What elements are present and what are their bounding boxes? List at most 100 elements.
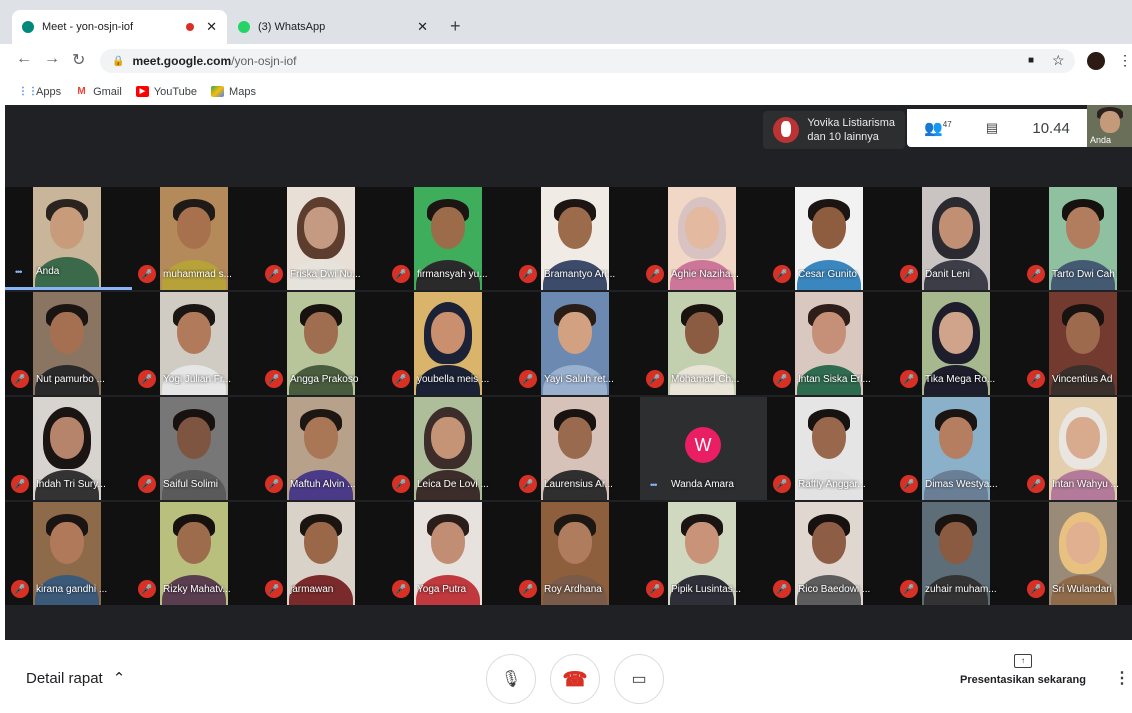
muted-mic-icon: 🎤 [519, 265, 537, 283]
participant-tile[interactable]: 🎤 muhammad s... [132, 187, 259, 290]
present-now-button[interactable]: ↑ Presentasikan sekarang [958, 654, 1088, 686]
participant-tile[interactable]: 🎤 Pipik Lusintas... [640, 502, 767, 605]
muted-mic-icon: 🎤 [773, 370, 791, 388]
muted-mic-icon: 🎤 [900, 580, 918, 598]
participant-name: Tarto Dwi Cah [1052, 269, 1115, 280]
participant-tile[interactable]: 🎤 youbella meis ... [386, 292, 513, 395]
video-person-face [431, 207, 465, 249]
participant-tile[interactable]: 🎤 jarmawan [259, 502, 386, 605]
participant-tile[interactable]: 🎤 firmansyah yu... [386, 187, 513, 290]
participant-tile[interactable]: 🎤 Laurensius Ar... [513, 397, 640, 500]
participant-tile[interactable]: 🎤 Friska Dwi Nu... [259, 187, 386, 290]
video-person-face [558, 312, 592, 354]
muted-mic-icon: 🎤 [392, 265, 410, 283]
bookmark-star-icon[interactable]: ☆ [1052, 52, 1065, 69]
meeting-info-bar: 👥47 ▤ 10.44 [907, 109, 1087, 147]
camera-button[interactable]: ▭ [614, 654, 664, 704]
close-tab-icon[interactable]: ✕ [417, 19, 428, 35]
participant-tile[interactable]: 🎤 Tarto Dwi Cah [1021, 187, 1132, 290]
hang-up-button[interactable]: ☎ [550, 654, 600, 704]
video-person-face [50, 522, 84, 564]
participant-tile[interactable]: 🎤 Vincentius Ad [1021, 292, 1132, 395]
participant-tile[interactable]: W ••• Wanda Amara [640, 397, 767, 500]
hang-up-icon: ☎ [562, 668, 588, 691]
browser-menu-icon[interactable]: ⋮ [1118, 52, 1132, 69]
participant-tile[interactable]: 🎤 Sri Wulandari [1021, 502, 1132, 605]
participant-tile[interactable]: 🎤 Yayi Saluh ret... [513, 292, 640, 395]
participant-name: Wanda Amara [671, 479, 734, 490]
participant-tile[interactable]: 🎤 Cesar Gunito [767, 187, 894, 290]
speaking-indicator-icon: ••• [15, 267, 23, 277]
muted-mic-icon: 🎤 [1027, 370, 1045, 388]
participant-tile[interactable]: ••• Anda [5, 187, 132, 290]
self-preview[interactable]: Anda [1087, 105, 1132, 147]
bookmark-youtube[interactable]: ▶ YouTube [135, 86, 197, 98]
call-controls: Detail rapat ⌃ 🎙 ☎ ▭ ↑ Presentasikan sek… [0, 640, 1132, 713]
close-tab-icon[interactable]: ✕ [206, 19, 217, 35]
muted-mic-icon: 🎤 [1027, 580, 1045, 598]
participant-tile[interactable]: 🎤 Leica De Lovi ... [386, 397, 513, 500]
participant-tile[interactable]: 🎤 Intan Siska Erl... [767, 292, 894, 395]
participant-name: Nut pamurbo ... [36, 374, 105, 385]
muted-mic-icon: 🎤 [519, 580, 537, 598]
tab-meet[interactable]: Meet - yon-osjn-iof ✕ [12, 10, 227, 44]
muted-mic-icon: 🎤 [392, 475, 410, 493]
participant-name: jarmawan [290, 584, 334, 595]
profile-avatar[interactable] [1087, 52, 1105, 70]
participant-name: Pipik Lusintas... [671, 584, 742, 595]
reload-icon[interactable]: ↻ [72, 50, 85, 70]
video-person-face [1066, 312, 1100, 354]
participant-tile[interactable]: 🎤 Bramantyo Ari... [513, 187, 640, 290]
participant-tile[interactable]: 🎤 Rizky Mahatv... [132, 502, 259, 605]
video-person-face [431, 522, 465, 564]
participant-avatar: W [685, 427, 721, 463]
participant-tile[interactable]: 🎤 Saiful Solimi [132, 397, 259, 500]
participant-tile[interactable]: 🎤 Nut pamurbo ... [5, 292, 132, 395]
chat-icon[interactable]: ▤ [986, 120, 998, 136]
participant-tile[interactable]: 🎤 Yoga Putra [386, 502, 513, 605]
muted-mic-icon: 🎤 [392, 370, 410, 388]
microphone-button[interactable]: 🎙 [486, 654, 536, 704]
browser-chrome: Meet - yon-osjn-iof ✕ (3) WhatsApp ✕ + ←… [0, 0, 1132, 105]
participant-tile[interactable]: 🎤 Roy Ardhana [513, 502, 640, 605]
muted-mic-icon: 🎤 [138, 370, 156, 388]
participant-tile[interactable]: 🎤 Indah Tri Sury... [5, 397, 132, 500]
new-tab-button[interactable]: + [450, 16, 461, 37]
presenter-indicator[interactable]: Yovika Listiarisma dan 10 lainnya [763, 111, 905, 149]
participant-tile[interactable]: 🎤 Angga Prakoso [259, 292, 386, 395]
tab-whatsapp[interactable]: (3) WhatsApp ✕ [228, 10, 438, 44]
participant-name: Dimas Westya... [925, 479, 998, 490]
participant-tile[interactable]: 🎤 Aghie Naziha... [640, 187, 767, 290]
participant-tile[interactable]: 🎤 Tika Mega Ro... [894, 292, 1021, 395]
muted-mic-icon: 🎤 [265, 370, 283, 388]
bookmark-apps[interactable]: ⋮⋮ Apps [18, 86, 61, 98]
participant-name: Laurensius Ar... [544, 479, 613, 490]
lock-icon: 🔒 [112, 55, 125, 67]
muted-mic-icon: 🎤 [773, 265, 791, 283]
address-bar[interactable]: 🔒 meet.google.com /yon-osjn-iof [100, 49, 1075, 73]
more-options-icon[interactable]: ⋮ [1114, 668, 1130, 688]
participant-tile[interactable]: 🎤 Dimas Westya... [894, 397, 1021, 500]
participant-tile[interactable]: 🎤 kirana gandhi ... [5, 502, 132, 605]
participant-tile[interactable]: 🎤 Intan Wahyu ... [1021, 397, 1132, 500]
meeting-details-button[interactable]: Detail rapat ⌃ [26, 669, 125, 688]
participant-tile[interactable]: 🎤 Maftuh Alvin ... [259, 397, 386, 500]
participant-tile[interactable]: 🎤 Mohamad Ch... [640, 292, 767, 395]
participant-tile[interactable]: 🎤 Danit Leni [894, 187, 1021, 290]
forward-icon[interactable]: → [44, 50, 60, 68]
participant-name: Indah Tri Sury... [36, 479, 106, 490]
participant-tile[interactable]: 🎤 Yogi Julian Fr... [132, 292, 259, 395]
meet-icon [22, 21, 34, 33]
muted-mic-icon: 🎤 [900, 265, 918, 283]
back-icon[interactable]: ← [16, 50, 32, 68]
participant-tile[interactable]: 🎤 Raffly Anggar... [767, 397, 894, 500]
muted-mic-icon: 🎤 [773, 580, 791, 598]
participant-tile[interactable]: 🎤 Rico Baedowi ... [767, 502, 894, 605]
bookmark-maps[interactable]: Maps [211, 86, 256, 98]
bookmark-gmail[interactable]: M Gmail [75, 86, 121, 98]
present-now-label: Presentasikan sekarang [960, 674, 1086, 686]
camera-indicator-icon[interactable]: ■ [1028, 55, 1034, 66]
participant-tile[interactable]: 🎤 zuhair muham... [894, 502, 1021, 605]
participants-button[interactable]: 👥47 [924, 119, 952, 137]
video-person-face [431, 312, 465, 354]
